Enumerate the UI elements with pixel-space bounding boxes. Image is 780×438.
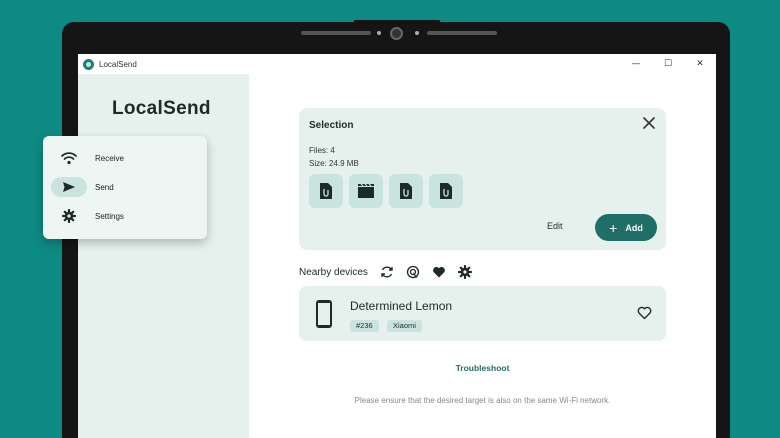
refresh-button[interactable]	[380, 265, 394, 279]
selection-card: Selection Files: 4 Size: 24.9 MB Edit + …	[299, 108, 666, 250]
file-icon	[320, 183, 332, 199]
settings-pill	[51, 206, 87, 226]
device-card[interactable]: Determined Lemon #236 Xiaomi	[299, 286, 666, 341]
send-icon	[63, 182, 75, 192]
close-icon	[643, 117, 655, 129]
troubleshoot-link[interactable]: Troubleshoot	[249, 363, 716, 373]
camera-dot-right	[415, 31, 419, 35]
sidebar-item-label: Settings	[95, 211, 124, 221]
clear-selection-button[interactable]	[642, 116, 656, 130]
file-thumbnail[interactable]	[389, 174, 423, 208]
window-controls: — ☐ ✕	[620, 54, 716, 74]
navigation-card: Receive Send Settings	[43, 136, 207, 239]
video-thumbnail[interactable]	[349, 174, 383, 208]
wifi-icon	[61, 152, 77, 165]
manual-scan-button[interactable]	[406, 265, 420, 279]
app-logo-text: LocalSend	[112, 98, 211, 119]
title-bar: LocalSend — ☐ ✕	[78, 54, 716, 74]
close-window-button[interactable]: ✕	[684, 54, 716, 74]
camera-dot-left	[377, 31, 381, 35]
selection-size: Size: 24.9 MB	[309, 159, 359, 168]
camera-bar-right	[427, 31, 497, 35]
sidebar-item-settings[interactable]: Settings	[51, 205, 199, 227]
send-settings-button[interactable]	[457, 265, 472, 279]
add-button[interactable]: + Add	[595, 214, 657, 241]
device-brand-tag: Xiaomi	[387, 320, 422, 332]
localsend-app-icon	[83, 58, 94, 70]
edit-button[interactable]: Edit	[547, 221, 563, 231]
selection-title: Selection	[309, 120, 354, 131]
device-id-tag: #236	[350, 320, 379, 332]
receive-pill	[51, 148, 87, 168]
file-icon	[400, 183, 412, 199]
heart-icon	[433, 267, 445, 278]
video-icon	[358, 183, 374, 198]
sidebar-item-receive[interactable]: Receive	[51, 147, 199, 169]
favorites-button[interactable]	[432, 265, 446, 279]
send-pill	[51, 177, 87, 197]
sidebar-item-label: Receive	[95, 153, 124, 163]
window-title: LocalSend	[99, 59, 137, 69]
sidebar-item-send[interactable]: Send	[51, 176, 199, 198]
device-name: Determined Lemon	[350, 299, 453, 313]
heart-outline-icon[interactable]	[637, 306, 652, 320]
app-window: LocalSend — ☐ ✕ LocalSend Selection File…	[78, 54, 716, 438]
file-thumbnail[interactable]	[429, 174, 463, 208]
add-button-label: Add	[625, 222, 643, 233]
refresh-icon	[381, 266, 393, 278]
smartphone-icon	[316, 300, 332, 328]
file-thumbnail[interactable]	[309, 174, 343, 208]
main-panel: Selection Files: 4 Size: 24.9 MB Edit + …	[249, 74, 716, 438]
selection-file-count: Files: 4	[309, 146, 335, 155]
minimize-button[interactable]: —	[620, 54, 652, 74]
sidebar-item-label: Send	[95, 182, 114, 192]
camera-lens-icon	[390, 27, 403, 40]
gear-icon	[62, 209, 76, 223]
nearby-devices-label: Nearby devices	[299, 266, 368, 278]
gear-icon	[457, 265, 472, 279]
network-hint: Please ensure that the desired target is…	[354, 396, 611, 405]
camera-bar-left	[301, 31, 371, 35]
scan-icon	[406, 265, 420, 279]
nearby-devices-header: Nearby devices	[299, 264, 484, 280]
maximize-button[interactable]: ☐	[652, 54, 684, 74]
sidebar: LocalSend	[78, 74, 249, 438]
file-icon	[440, 183, 452, 199]
plus-icon: +	[609, 219, 618, 236]
